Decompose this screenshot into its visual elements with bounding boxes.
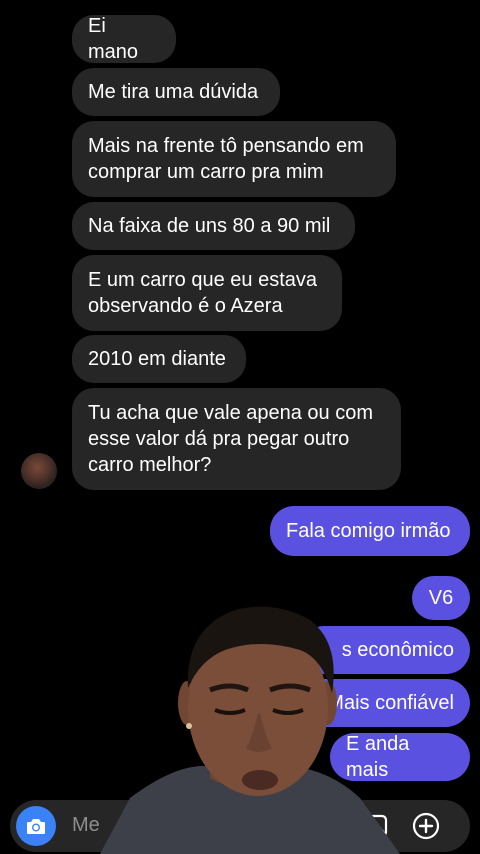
incoming-message[interactable]: E um carro que eu estava observando é o … [72,255,342,331]
chat-thread: Ei mano Me tira uma dúvida Mais na frent… [0,0,480,854]
outgoing-message[interactable]: Fala comigo irmão [270,506,470,556]
contact-avatar[interactable] [21,453,57,489]
incoming-message[interactable]: 2010 em diante [72,335,246,383]
camera-button[interactable] [16,806,56,846]
camera-icon [27,819,45,834]
incoming-message[interactable]: Me tira uma dúvida [72,68,280,116]
incoming-message[interactable]: Na faixa de uns 80 a 90 mil [72,202,355,250]
incoming-message[interactable]: Mais na frente tô pensando em comprar um… [72,121,396,197]
incoming-message[interactable]: Tu acha que vale apena ou com esse valor… [72,388,401,490]
incoming-message[interactable]: Ei mano [72,15,176,63]
video-overlay-person [100,606,400,854]
